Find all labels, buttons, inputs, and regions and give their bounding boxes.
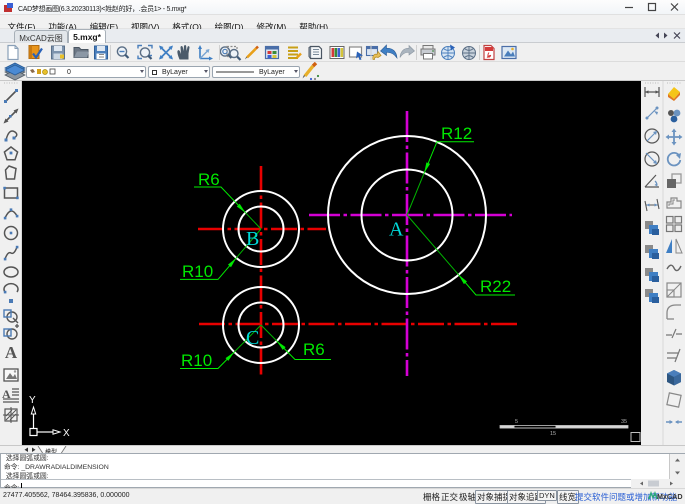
svg-text:B: B [246,228,259,250]
svg-text:R10: R10 [182,262,213,281]
svg-text:R22: R22 [480,277,511,296]
svg-text:5: 5 [515,419,518,425]
svg-text:15: 15 [550,431,556,437]
svg-text:A: A [5,343,18,362]
svg-text:35: 35 [621,419,627,425]
svg-text:R6: R6 [198,170,220,189]
svg-text:Y: Y [29,395,36,406]
svg-text:A: A [389,219,404,241]
svg-text:R10: R10 [181,351,212,370]
svg-text:R6: R6 [303,340,325,359]
svg-text:R12: R12 [441,124,472,143]
svg-text:X: X [63,428,70,439]
svg-text:C: C [246,327,259,349]
